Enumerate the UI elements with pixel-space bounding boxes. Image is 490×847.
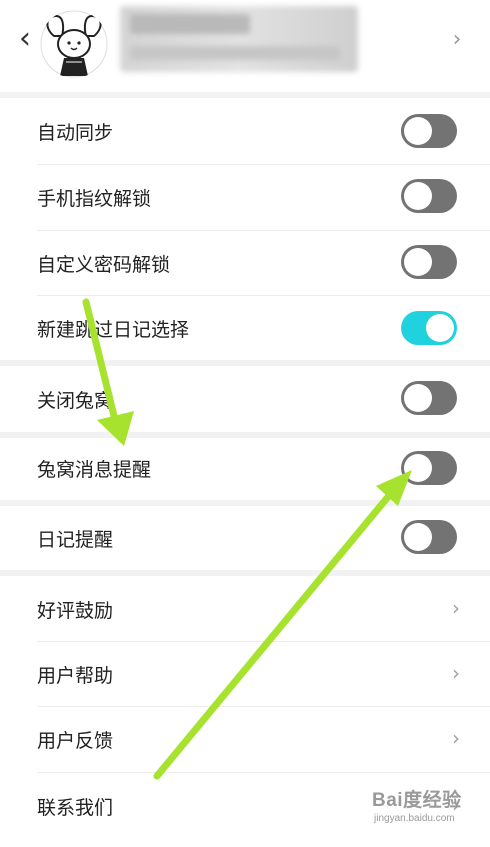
setting-label: 自动同步 bbox=[37, 122, 114, 144]
menu-row-user-feedback[interactable]: 用户反馈 › bbox=[0, 707, 490, 772]
setting-label: 新建跳过日记选择 bbox=[37, 319, 190, 341]
toggle-switch[interactable] bbox=[401, 179, 457, 213]
chevron-right-icon: › bbox=[452, 596, 460, 620]
profile-info-blurred[interactable] bbox=[120, 6, 358, 72]
watermark-brand: Bai度经验 bbox=[372, 790, 462, 811]
watermark-url: jingyan.baidu.com bbox=[374, 813, 455, 824]
toggle-switch[interactable] bbox=[401, 520, 457, 554]
bunny-avatar-icon[interactable] bbox=[40, 10, 108, 78]
menu-label: 联系我们 bbox=[37, 797, 114, 819]
toggle-switch[interactable] bbox=[401, 114, 457, 148]
toggle-switch-on[interactable] bbox=[401, 311, 457, 345]
menu-label: 用户帮助 bbox=[37, 665, 114, 687]
setting-row-fingerprint-unlock[interactable]: 手机指纹解锁 bbox=[0, 165, 490, 230]
setting-row-diary-reminder[interactable]: 日记提醒 bbox=[0, 506, 490, 570]
toggle-switch[interactable] bbox=[401, 381, 457, 415]
setting-label: 日记提醒 bbox=[37, 529, 114, 551]
setting-row-close-burrow[interactable]: 关闭兔窝 bbox=[0, 366, 490, 432]
setting-label: 自定义密码解锁 bbox=[37, 254, 171, 276]
setting-row-burrow-message-reminder[interactable]: 兔窝消息提醒 bbox=[0, 438, 490, 500]
back-arrow-icon[interactable]: ‹ bbox=[12, 22, 38, 56]
setting-row-skip-diary-select[interactable]: 新建跳过日记选择 bbox=[0, 296, 490, 360]
chevron-right-icon: › bbox=[452, 661, 460, 685]
toggle-switch[interactable] bbox=[401, 451, 457, 485]
toggle-switch[interactable] bbox=[401, 245, 457, 279]
menu-label: 用户反馈 bbox=[37, 730, 114, 752]
setting-label: 兔窝消息提醒 bbox=[37, 459, 152, 481]
menu-row-user-help[interactable]: 用户帮助 › bbox=[0, 642, 490, 706]
setting-label: 手机指纹解锁 bbox=[37, 188, 152, 210]
setting-label: 关闭兔窝 bbox=[37, 390, 114, 412]
chevron-right-icon[interactable]: › bbox=[448, 26, 466, 54]
setting-row-auto-sync[interactable]: 自动同步 bbox=[0, 98, 490, 164]
baidu-jingyan-watermark: Bai度经验 jingyan.baidu.com bbox=[372, 785, 484, 833]
setting-row-custom-password-unlock[interactable]: 自定义密码解锁 bbox=[0, 231, 490, 295]
menu-row-rate-encourage[interactable]: 好评鼓励 › bbox=[0, 576, 490, 641]
chevron-right-icon: › bbox=[452, 726, 460, 750]
menu-label: 好评鼓励 bbox=[37, 600, 114, 622]
profile-header: ‹ › bbox=[0, 0, 490, 92]
